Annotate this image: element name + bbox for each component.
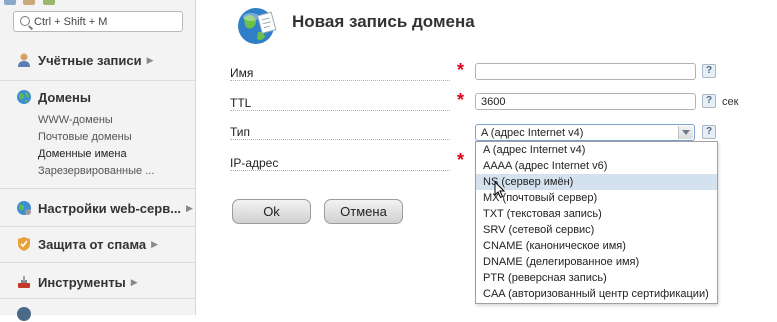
help-icon[interactable]: ? <box>702 125 716 139</box>
search-icon <box>20 16 30 26</box>
sidebar-item-label: Домены <box>38 89 91 105</box>
main-content: Новая запись домена Имя * ? TTL * ? сек … <box>208 0 777 315</box>
type-select-value: A (адрес Internet v4) <box>481 127 584 139</box>
required-marker: * <box>457 90 465 110</box>
sidebar-item-domains[interactable]: Домены <box>16 89 91 105</box>
name-input[interactable] <box>475 63 696 80</box>
sidebar-search[interactable] <box>13 11 183 32</box>
sidebar-subitem-mail[interactable]: Почтовые домены <box>38 131 132 143</box>
ttl-label: TTL <box>230 96 450 111</box>
sidebar-item-tools[interactable]: Инструменты ▶ <box>16 274 138 290</box>
ok-button[interactable]: Ok <box>232 199 311 224</box>
ip-label: IP-адрес <box>230 156 450 171</box>
ttl-unit: сек <box>722 96 739 108</box>
sidebar-item-label: Инструменты <box>38 274 126 290</box>
mouse-cursor-icon <box>494 181 506 199</box>
help-icon[interactable]: ? <box>702 64 716 78</box>
toolbar-icon[interactable] <box>42 0 55 5</box>
chevron-down-icon[interactable] <box>678 126 693 139</box>
ttl-input[interactable] <box>475 93 696 110</box>
sidebar-item-label: Настройки web-серв... <box>38 200 182 216</box>
dropdown-option-dname[interactable]: DNAME (делегированное имя) <box>476 254 717 270</box>
globe-gear-icon <box>17 201 31 215</box>
divider <box>0 80 195 81</box>
sidebar-subitem-www[interactable]: WWW-домены <box>38 114 113 126</box>
dropdown-option-srv[interactable]: SRV (сетевой сервис) <box>476 222 717 238</box>
chevron-right-icon: ▶ <box>146 54 154 65</box>
divider <box>0 298 195 299</box>
search-input[interactable] <box>34 14 179 29</box>
required-marker: * <box>457 150 465 170</box>
required-marker: * <box>457 60 465 80</box>
dropdown-option-caa[interactable]: CAA (авторизованный центр сертификации) <box>476 286 717 302</box>
divider <box>0 226 195 227</box>
dropdown-option-ns[interactable]: NS (сервер имён) <box>476 174 717 190</box>
dropdown-option-a[interactable]: A (адрес Internet v4) <box>476 142 717 158</box>
globe-icon <box>17 90 31 104</box>
dropdown-option-ptr[interactable]: PTR (реверсная запись) <box>476 270 717 286</box>
divider <box>0 262 195 263</box>
page-title: Новая запись домена <box>292 12 475 31</box>
sidebar: Учётные записи ▶ Домены WWW-домены Почто… <box>0 0 196 321</box>
shield-icon <box>18 237 30 251</box>
cancel-button[interactable]: Отмена <box>324 199 403 224</box>
user-icon <box>18 53 30 67</box>
dropdown-option-cname[interactable]: CNAME (каноническое имя) <box>476 238 717 254</box>
toolbar-icons <box>4 0 58 5</box>
tools-icon <box>18 276 30 288</box>
globe-document-icon <box>238 8 277 44</box>
chevron-right-icon: ▶ <box>186 202 193 213</box>
toolbar-icon[interactable] <box>23 0 36 5</box>
sidebar-item-label: Учётные записи <box>38 52 142 68</box>
sidebar-item-web-settings[interactable]: Настройки web-серв... ▶ <box>16 200 193 216</box>
type-dropdown-list: A (адрес Internet v4) AAAA (адрес Intern… <box>475 141 718 304</box>
help-icon[interactable]: ? <box>702 94 716 108</box>
type-label: Тип <box>230 125 450 140</box>
dropdown-option-mx[interactable]: MX (почтовый сервер) <box>476 190 717 206</box>
dropdown-option-txt[interactable]: TXT (текстовая запись) <box>476 206 717 222</box>
chevron-right-icon: ▶ <box>130 276 138 287</box>
sidebar-item-accounts[interactable]: Учётные записи ▶ <box>16 52 154 68</box>
name-label: Имя <box>230 66 450 81</box>
sidebar-item-label: Защита от спама <box>38 236 147 252</box>
chevron-right-icon: ▶ <box>151 238 159 249</box>
sidebar-subitem-reserved[interactable]: Зарезервированные ... <box>38 165 154 177</box>
sidebar-subitem-dns[interactable]: Доменные имена <box>38 148 127 160</box>
toolbar-icon[interactable] <box>4 0 16 5</box>
dropdown-option-aaaa[interactable]: AAAA (адрес Internet v6) <box>476 158 717 174</box>
partial-section-icon <box>17 307 31 321</box>
type-select[interactable]: A (адрес Internet v4) <box>475 124 695 141</box>
divider <box>0 188 195 189</box>
sidebar-item-spam[interactable]: Защита от спама ▶ <box>16 236 158 252</box>
